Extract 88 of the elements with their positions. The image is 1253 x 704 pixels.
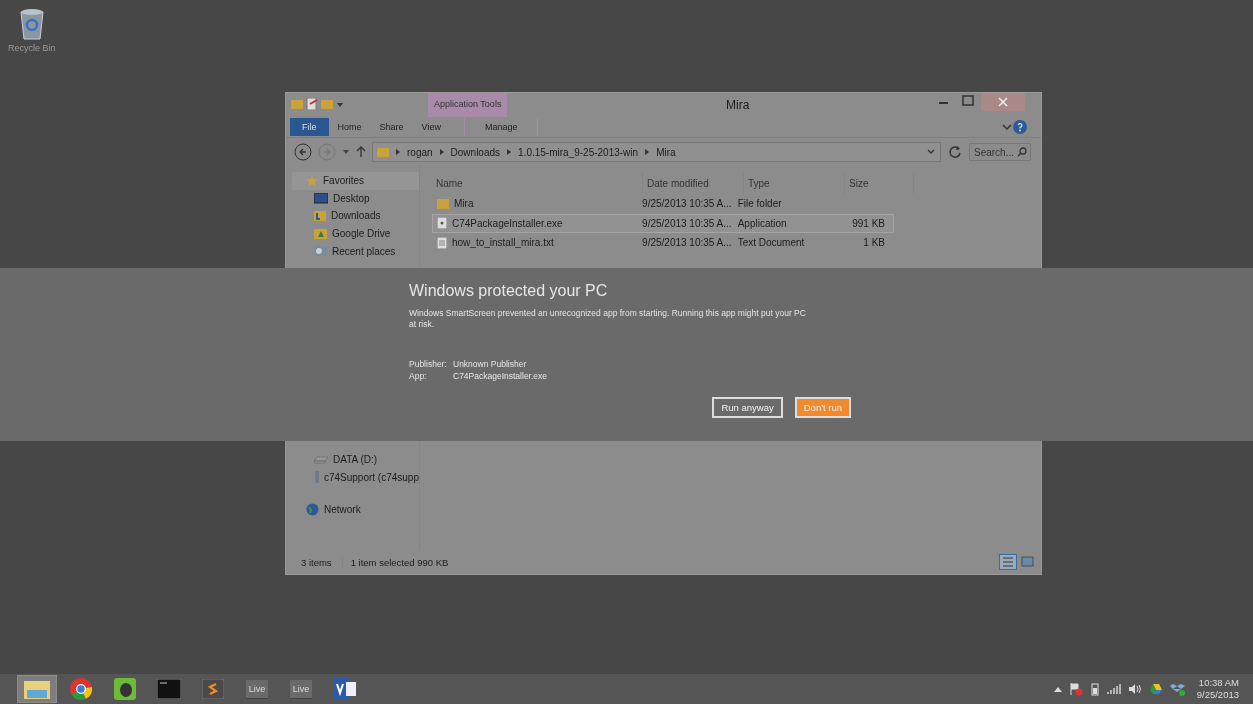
- browser-icon: [70, 678, 92, 700]
- breadcrumb[interactable]: rogan: [407, 146, 433, 158]
- star-icon: [306, 174, 318, 187]
- column-header[interactable]: Name: [432, 172, 643, 194]
- file-name: Mira: [454, 198, 474, 210]
- sidebar-item[interactable]: Desktop: [286, 189, 419, 208]
- dialog-title: Windows protected your PC: [409, 282, 609, 300]
- signal-icon[interactable]: [1106, 683, 1121, 695]
- terminal-icon: [157, 679, 181, 699]
- properties-icon[interactable]: [306, 98, 318, 110]
- caret-icon[interactable]: [342, 148, 350, 156]
- expand-ribbon-icon[interactable]: [1001, 121, 1013, 133]
- chevron-icon[interactable]: [437, 148, 446, 156]
- refresh-icon[interactable]: [947, 144, 963, 160]
- file-name: how_to_install_mira.txt: [452, 237, 554, 249]
- search-icon: [1017, 147, 1027, 157]
- column-header[interactable]: Size: [845, 172, 914, 194]
- date-cell-text: 9/25/2013 10:35 A...: [641, 217, 733, 229]
- type-cell-text: Text Document: [736, 237, 806, 249]
- taskbar-button[interactable]: Live: [281, 675, 321, 703]
- ribbon-tab[interactable]: Share: [370, 118, 413, 136]
- folder-icon: [437, 198, 449, 210]
- sidebar-item[interactable]: Google Drive: [286, 224, 419, 243]
- date-cell-text: 9/25/2013 10:35 A...: [641, 198, 733, 210]
- sidebar-header[interactable]: Favorites: [292, 172, 419, 190]
- back-icon[interactable]: [294, 143, 312, 161]
- file-row[interactable]: how_to_install_mira.txt 9/25/2013 10:35 A... Text Document 1 KB: [432, 233, 894, 253]
- folder-icon: [24, 678, 50, 700]
- size-cell: 991 KB: [852, 217, 885, 229]
- details-view-icon[interactable]: [999, 554, 1017, 570]
- thumbnail-view-icon[interactable]: [1021, 556, 1035, 568]
- breadcrumb[interactable]: Mira: [656, 146, 676, 158]
- column-header[interactable]: Type: [744, 172, 845, 194]
- recycle-bin-icon[interactable]: [18, 8, 45, 40]
- type-cell-text: File folder: [736, 198, 783, 210]
- clock-time[interactable]: 10:38 AM: [1198, 677, 1239, 689]
- diagram-app-icon: [334, 678, 356, 700]
- globe-icon: [306, 503, 319, 517]
- drive-folder-icon: [314, 227, 327, 240]
- date-cell-text: 9/25/2013 10:35 A...: [641, 237, 733, 249]
- window-title: Mira: [726, 98, 750, 112]
- ribbon-tab[interactable]: View: [412, 118, 450, 136]
- sidebar-item[interactable]: Recent places: [286, 242, 419, 260]
- address-bar[interactable]: rogan Downloads 1.0.15-mira_9-25-2013-win Mira: [372, 142, 941, 162]
- sidebar-header[interactable]: Network: [286, 501, 419, 519]
- dialog-button[interactable]: Run anyway: [712, 396, 783, 418]
- sidebar-item[interactable]: c74Support (c74supp: [286, 468, 419, 487]
- application-icon: [437, 217, 447, 230]
- help-icon[interactable]: [1013, 120, 1027, 134]
- search-field[interactable]: Search...: [969, 143, 1031, 161]
- disk-drive-icon: [314, 455, 328, 464]
- download-folder-icon: [314, 210, 326, 222]
- file-row[interactable]: Mira 9/25/2013 10:35 A... File folder: [432, 194, 894, 214]
- file-row[interactable]: C74PackageInstaller.exe 9/25/2013 10:35 A... Application 991 KB: [432, 213, 894, 234]
- detail-value: Unknown Publisher: [453, 358, 527, 371]
- chevron-icon[interactable]: [394, 148, 402, 156]
- size-cell: 1 KB: [863, 237, 885, 249]
- breadcrumb[interactable]: 1.0.15-mira_9-25-2013-win: [518, 146, 639, 158]
- taskbar-button[interactable]: Live: [237, 675, 277, 703]
- triangle-logo-icon[interactable]: [1148, 683, 1163, 695]
- type-cell-text: Application: [736, 217, 788, 229]
- detail-label: Publisher:: [409, 358, 448, 371]
- sidebar-item[interactable]: DATA (D:): [286, 450, 419, 469]
- clock-date[interactable]: 9/25/2013: [1196, 689, 1239, 701]
- ribbon-tab[interactable]: File: [290, 118, 329, 136]
- ribbon-tab[interactable]: Home: [328, 118, 371, 136]
- up-arrow-icon[interactable]: [356, 146, 366, 158]
- folder-icon: [377, 146, 389, 158]
- monitor-icon: [314, 192, 328, 204]
- sidebar-item[interactable]: Downloads: [286, 207, 419, 225]
- ribbon-tab[interactable]: Manage: [463, 118, 539, 136]
- show-hidden-icons-icon[interactable]: [1053, 686, 1062, 692]
- column-header[interactable]: Date modified: [643, 172, 744, 194]
- taskbar-button[interactable]: [17, 675, 57, 703]
- desktop-icon-label: Recycle Bin: [8, 43, 56, 53]
- detail-label: App:: [409, 370, 428, 383]
- file-name: C74PackageInstaller.exe: [452, 217, 563, 229]
- editor-icon: [202, 679, 224, 699]
- battery-icon[interactable]: [1089, 682, 1100, 696]
- breadcrumb[interactable]: Downloads: [450, 146, 501, 158]
- contextual-tab-header: Application Tools: [428, 93, 508, 117]
- detail-value: C74PackageInstaller.exe: [453, 370, 548, 383]
- status-text: 1 item selected 990 KB: [341, 556, 449, 568]
- text-file-icon: [437, 237, 447, 249]
- status-text: 3 items: [301, 556, 332, 568]
- dialog-message: Windows SmartScreen prevented an unrecognized app from starting. Running this app might put your PC at risk.: [409, 308, 807, 331]
- flag-icon[interactable]: [1068, 682, 1083, 696]
- speaker-icon[interactable]: [1127, 683, 1142, 695]
